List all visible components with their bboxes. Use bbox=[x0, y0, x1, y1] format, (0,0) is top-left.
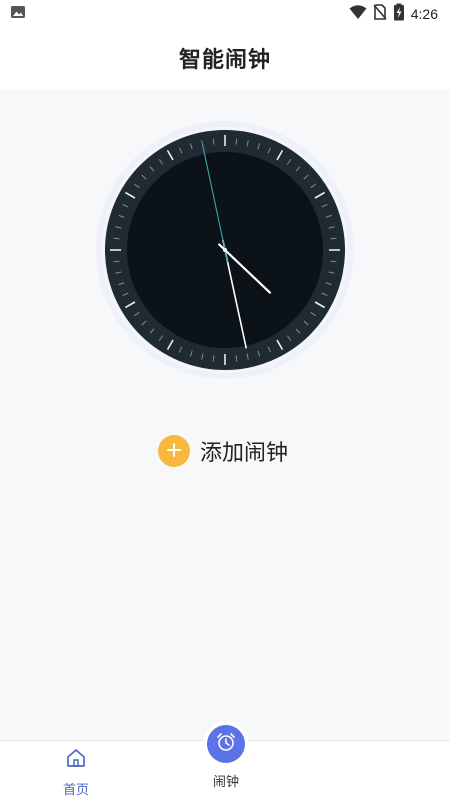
clock-tick bbox=[113, 237, 120, 240]
clock-tick bbox=[212, 138, 215, 145]
clock-face bbox=[96, 121, 354, 379]
clock-tick bbox=[330, 260, 337, 263]
add-alarm-label: 添加闹钟 bbox=[200, 441, 289, 466]
status-right: 4:26 bbox=[349, 3, 438, 25]
nav-item-alarm[interactable]: 闹钟 bbox=[198, 725, 254, 801]
status-time: 4:26 bbox=[410, 6, 438, 22]
add-alarm-button[interactable]: 添加闹钟 bbox=[158, 433, 288, 469]
gallery-notification bbox=[10, 4, 26, 24]
battery-charging-icon bbox=[393, 3, 405, 25]
nav-home-label: 首页 bbox=[62, 783, 89, 798]
nav-alarm-label: 闹钟 bbox=[212, 775, 239, 790]
clock-tick bbox=[212, 355, 215, 362]
clock-center-pin bbox=[223, 248, 227, 252]
alarm-clock-icon bbox=[215, 731, 237, 757]
status-bar: 4:26 bbox=[0, 0, 450, 26]
page-title: 智能闹钟 bbox=[178, 48, 271, 73]
analog-clock bbox=[95, 120, 355, 380]
nav-item-home[interactable]: 首页 bbox=[48, 747, 104, 799]
app-header: 智能闹钟 bbox=[0, 26, 450, 90]
bottom-nav: 首页 闹钟 bbox=[0, 725, 450, 801]
clock-tick bbox=[235, 138, 238, 145]
clock-tick bbox=[235, 355, 238, 362]
no-sim-icon bbox=[373, 4, 387, 24]
add-circle bbox=[158, 435, 190, 467]
clock-tick bbox=[113, 260, 120, 263]
home-icon bbox=[65, 747, 87, 773]
clock-tick bbox=[330, 237, 337, 240]
wifi-icon bbox=[349, 4, 367, 24]
plus-icon bbox=[167, 442, 181, 461]
nav-alarm-circle bbox=[207, 725, 245, 763]
image-icon bbox=[10, 5, 26, 24]
